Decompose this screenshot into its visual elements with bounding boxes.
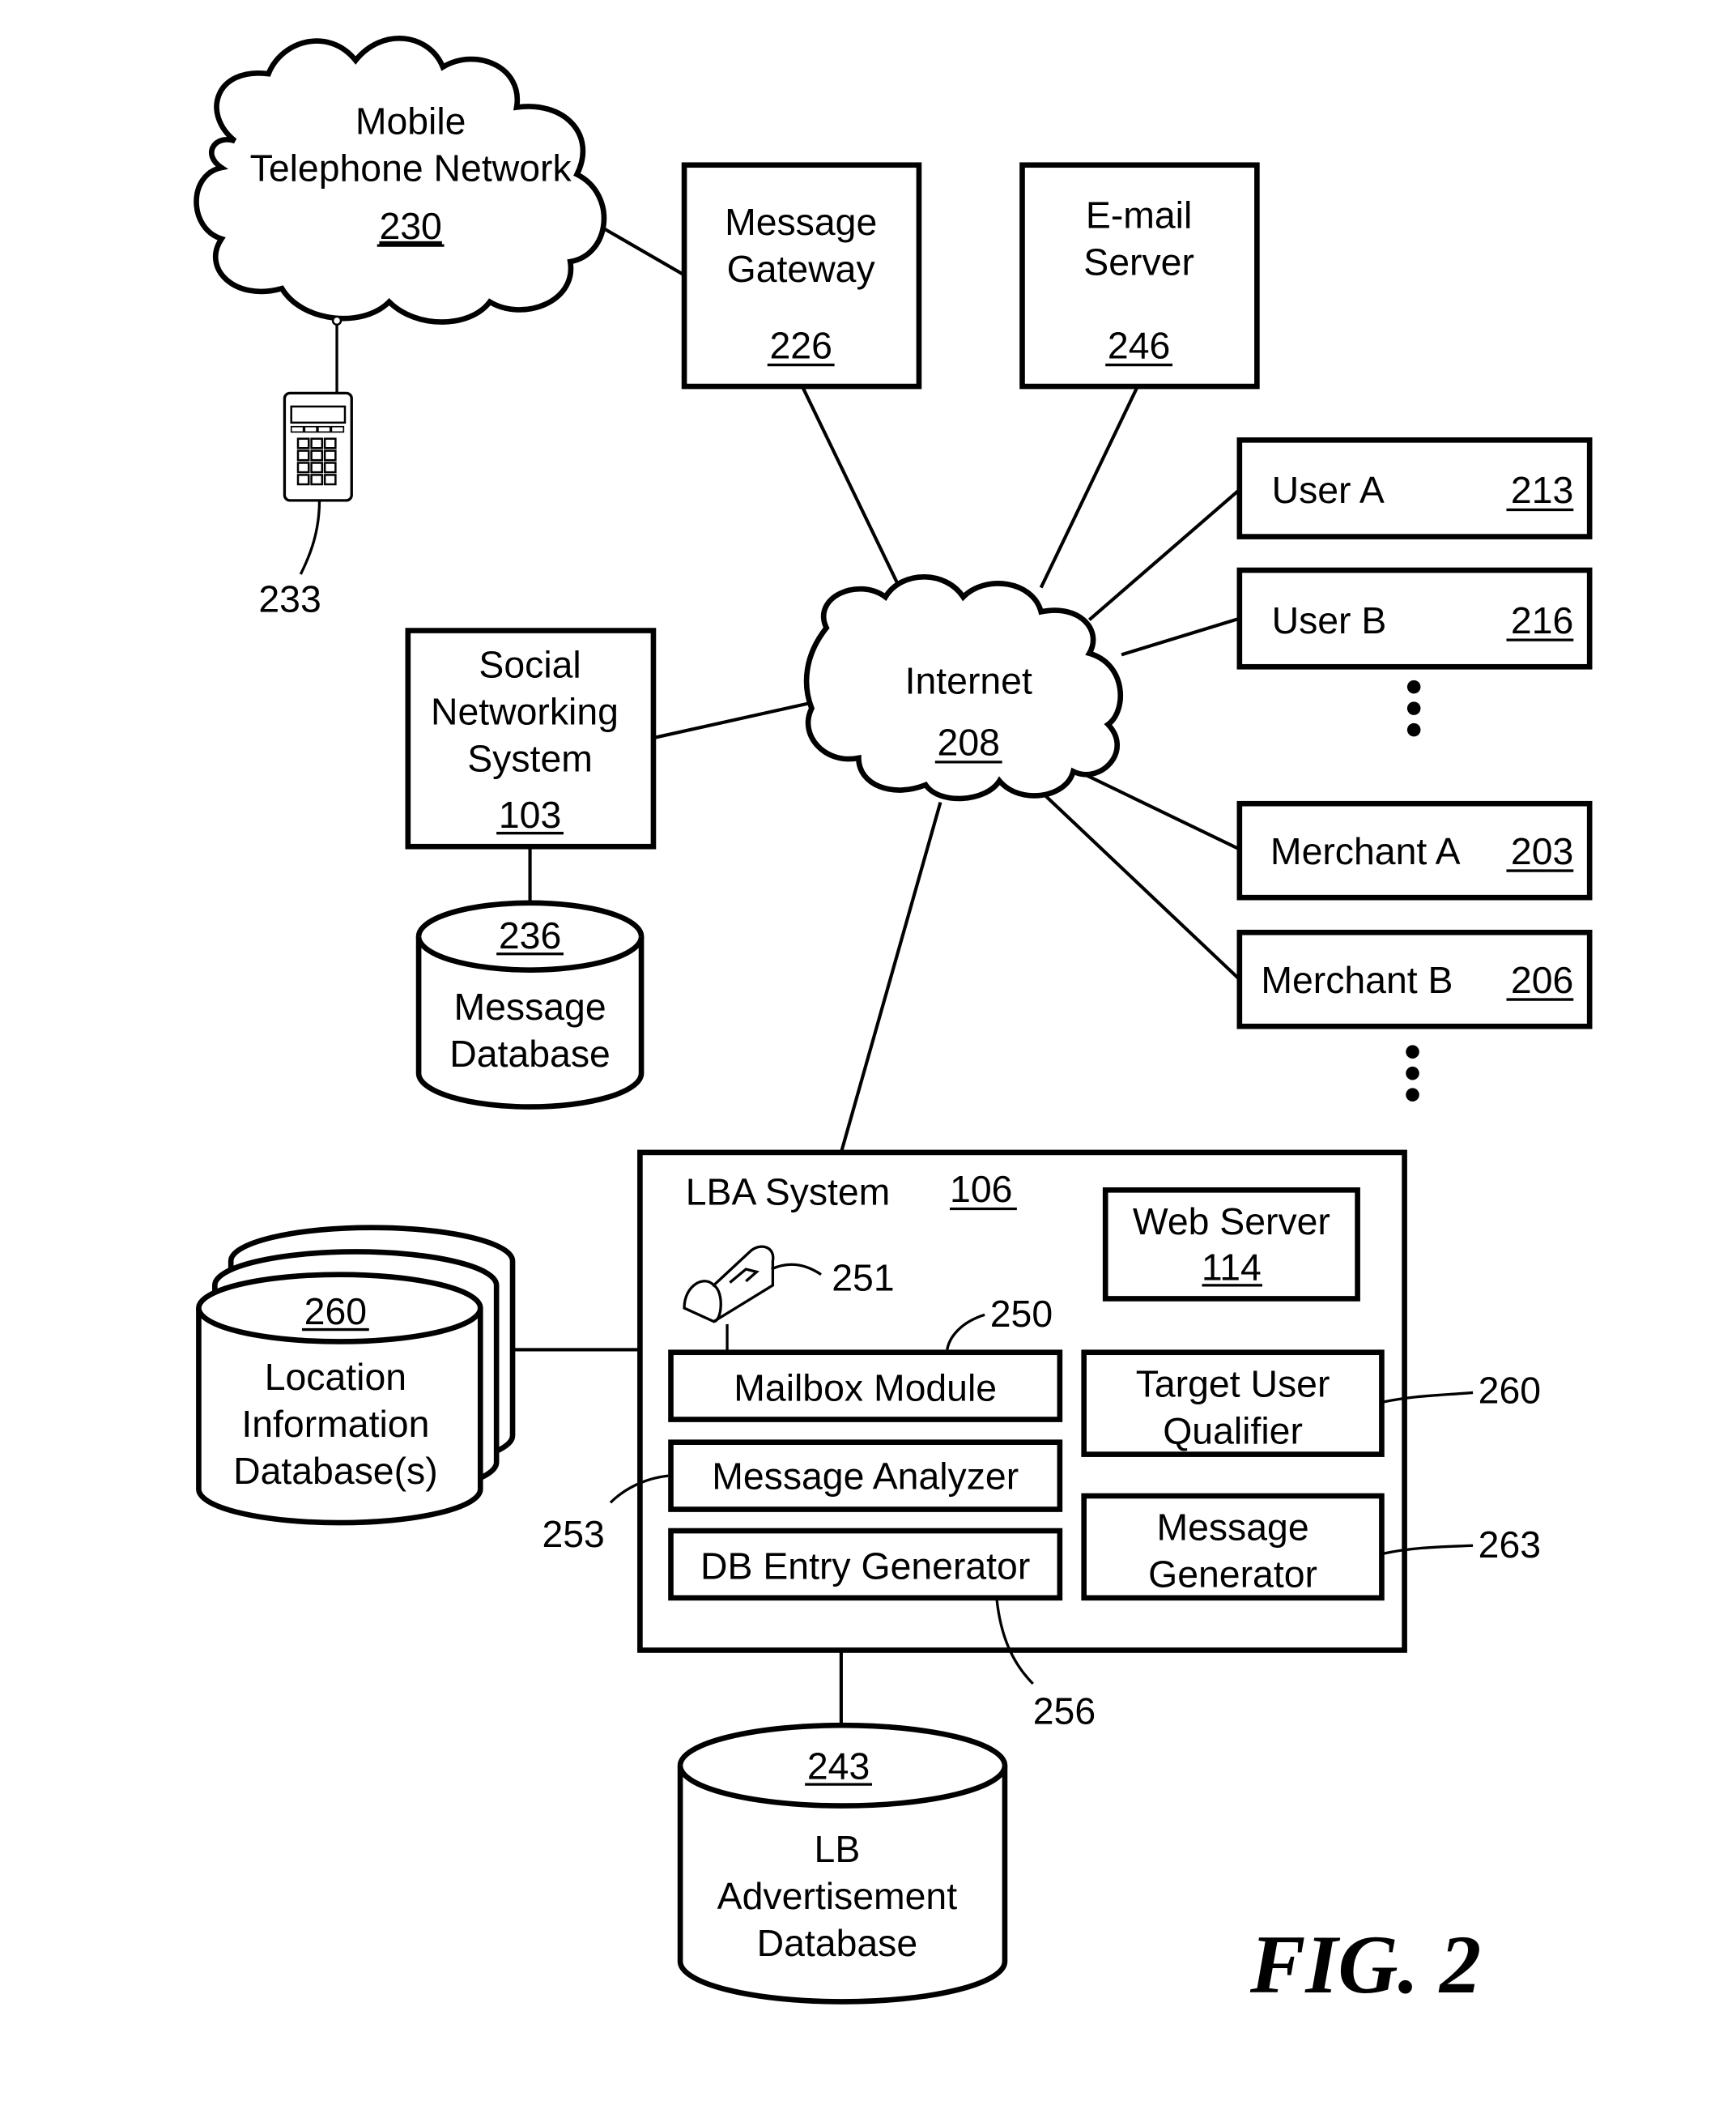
merchant-a-label: Merchant A <box>1270 830 1461 872</box>
lb-ad-db-label-3: Database <box>757 1922 918 1964</box>
link-internet-usera <box>1087 488 1241 621</box>
message-gateway-label-1: Message <box>725 201 877 243</box>
target-user-qualifier[interactable]: Target User Qualifier <box>1081 1349 1385 1457</box>
lba-system-ref: 106 <box>950 1168 1012 1210</box>
link-internet-merchanta <box>1080 771 1240 851</box>
lb-advertisement-database[interactable]: 243 LB Advertisement Database <box>677 1722 1008 2005</box>
ellipsis-users-icon <box>1406 680 1421 737</box>
link-internet-lba <box>839 802 942 1153</box>
mobile-telephone-network[interactable]: Mobile Telephone Network 230 <box>194 36 607 325</box>
link-internet-userb <box>1121 616 1240 657</box>
target-user-qualifier-label-2: Qualifier <box>1163 1409 1303 1451</box>
mobile-network-label-2: Telephone Network <box>250 147 572 190</box>
message-database[interactable]: 236 Message Database <box>415 900 645 1110</box>
message-analyzer[interactable]: Message Analyzer <box>668 1439 1063 1512</box>
merchant-b-label: Merchant B <box>1261 959 1453 1001</box>
link-gateway-internet <box>800 386 900 587</box>
message-gateway-ref: 226 <box>769 324 832 366</box>
email-server-label-1: E-mail <box>1086 194 1192 236</box>
internet-ref: 208 <box>938 722 1000 764</box>
location-db-label-3: Database(s) <box>233 1450 438 1492</box>
user-b-ref: 216 <box>1511 599 1573 641</box>
ellipsis-merchants-icon <box>1406 1045 1419 1102</box>
mailbox-module-label: Mailbox Module <box>734 1366 997 1408</box>
internet-label: Internet <box>905 659 1032 701</box>
mailbox-module-ref: 250 <box>990 1293 1053 1335</box>
lb-ad-db-ref: 243 <box>807 1745 870 1787</box>
mobile-phone-icon <box>283 315 353 502</box>
email-server[interactable]: E-mail Server 246 <box>1019 162 1260 390</box>
message-analyzer-label: Message Analyzer <box>712 1455 1019 1498</box>
link-social-internet <box>653 701 811 740</box>
lb-ad-db-label-1: LB <box>815 1828 861 1870</box>
lb-ad-db-label-2: Advertisement <box>717 1875 958 1917</box>
message-generator-label-2: Generator <box>1148 1553 1317 1596</box>
web-server[interactable]: Web Server 114 <box>1102 1187 1360 1302</box>
message-gateway[interactable]: Message Gateway 226 <box>681 162 922 390</box>
user-b[interactable]: User B 216 <box>1236 567 1593 670</box>
internet[interactable]: Internet 208 <box>803 573 1124 802</box>
message-database-label-2: Database <box>449 1033 611 1075</box>
social-label-1: Social <box>479 644 581 686</box>
merchant-b[interactable]: Merchant B 206 <box>1236 929 1593 1029</box>
social-label-3: System <box>467 737 593 779</box>
message-database-label-1: Message <box>453 986 606 1028</box>
web-server-ref: 114 <box>1202 1246 1262 1288</box>
social-networking-system[interactable]: Social Networking System 103 <box>405 628 657 850</box>
merchant-a-ref: 203 <box>1511 830 1573 872</box>
system-diagram: Mobile Telephone Network 230 233 Message… <box>194 36 1593 2011</box>
link-internet-merchantb <box>1040 790 1241 981</box>
mobile-phone-ref: 233 <box>258 577 321 620</box>
user-a[interactable]: User A 213 <box>1236 437 1593 539</box>
message-generator[interactable]: Message Generator <box>1081 1493 1385 1601</box>
mailbox-ref: 251 <box>832 1257 894 1299</box>
message-analyzer-ref: 253 <box>542 1513 604 1555</box>
message-generator-label-1: Message <box>1156 1506 1308 1549</box>
merchant-a[interactable]: Merchant A 203 <box>1236 800 1593 901</box>
message-database-ref: 236 <box>499 914 561 957</box>
link-email-internet <box>1039 386 1139 589</box>
message-generator-ref: 263 <box>1479 1523 1541 1566</box>
leader-line <box>299 500 321 575</box>
message-gateway-label-2: Gateway <box>727 248 876 290</box>
location-db-label-2: Information <box>241 1403 429 1445</box>
user-a-ref: 213 <box>1511 469 1573 511</box>
lba-system[interactable]: LBA System 106 Web Server 114 251 Mailbo… <box>637 1149 1407 1653</box>
merchant-b-ref: 206 <box>1511 959 1573 1001</box>
mobile-network-label-1: Mobile <box>355 100 466 143</box>
target-user-qualifier-ref: 260 <box>1479 1370 1541 1412</box>
db-entry-generator-label: DB Entry Generator <box>700 1545 1030 1587</box>
location-db-ref: 260 <box>304 1290 367 1332</box>
location-information-databases[interactable]: 260 Location Information Database(s) <box>196 1225 516 1526</box>
location-db-label-1: Location <box>265 1356 406 1398</box>
link-mobile-gateway <box>598 224 686 277</box>
db-entry-generator[interactable]: DB Entry Generator <box>668 1528 1063 1601</box>
web-server-label: Web Server <box>1133 1200 1330 1242</box>
email-server-label-2: Server <box>1083 241 1194 283</box>
mobile-phone[interactable]: 233 <box>258 315 353 620</box>
social-ref: 103 <box>499 794 561 836</box>
user-a-label: User A <box>1272 469 1385 511</box>
target-user-qualifier-label-1: Target User <box>1136 1362 1330 1404</box>
db-entry-generator-ref: 256 <box>1033 1690 1096 1732</box>
social-label-2: Networking <box>431 690 619 732</box>
user-b-label: User B <box>1272 599 1387 641</box>
lba-system-label: LBA System <box>686 1171 891 1213</box>
mobile-network-ref: 230 <box>379 205 441 247</box>
email-server-ref: 246 <box>1108 324 1170 366</box>
figure-label: FIG. 2 <box>1249 1919 1481 2011</box>
